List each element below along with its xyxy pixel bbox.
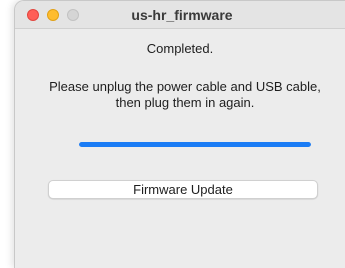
- title-bar[interactable]: us-hr_firmware: [15, 1, 345, 29]
- progress-bar-fill: [79, 142, 311, 147]
- instruction-message: Please unplug the power cable and USB ca…: [25, 79, 345, 111]
- instruction-line-2: then plug them in again.: [115, 95, 255, 110]
- window-title: us-hr_firmware: [131, 7, 233, 23]
- instruction-line-1: Please unplug the power cable and USB ca…: [49, 79, 321, 94]
- firmware-update-button[interactable]: Firmware Update: [48, 180, 318, 199]
- progress-bar: [79, 142, 311, 147]
- status-text: Completed.: [146, 41, 214, 56]
- firmware-window: us-hr_firmware Completed. Please unplug …: [14, 0, 345, 268]
